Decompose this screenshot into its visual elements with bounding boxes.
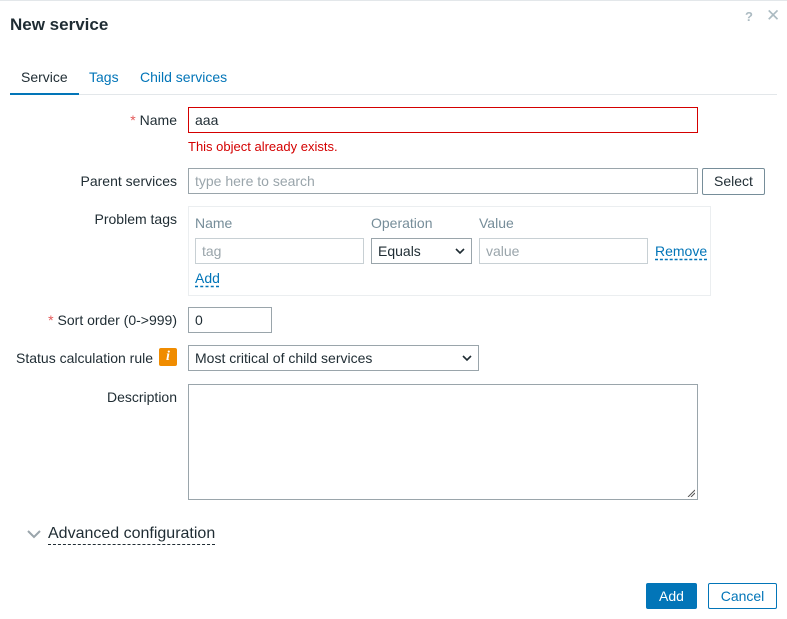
- problem-tags-label: Problem tags: [94, 211, 177, 227]
- tab-bar: Service Tags Child services: [10, 68, 777, 95]
- resize-grip-icon[interactable]: [687, 489, 695, 497]
- tab-service[interactable]: Service: [10, 68, 79, 95]
- cancel-button[interactable]: Cancel: [708, 583, 777, 609]
- parent-services-input[interactable]: type here to search: [188, 168, 698, 194]
- column-header-name: Name: [195, 215, 233, 231]
- add-tag-link[interactable]: Add: [195, 270, 220, 286]
- sort-order-label: Sort order (0->999): [57, 312, 177, 328]
- column-header-value: Value: [479, 215, 514, 231]
- name-error-message: This object already exists.: [188, 139, 338, 154]
- advanced-configuration-label: Advanced configuration: [48, 524, 216, 545]
- column-header-operation: Operation: [371, 215, 433, 231]
- select-parent-button[interactable]: Select: [702, 168, 765, 195]
- sort-order-label-row: * Sort order (0->999): [48, 312, 177, 328]
- operation-select[interactable]: Equals: [371, 238, 472, 264]
- status-rule-value: Most critical of child services: [195, 350, 373, 366]
- operation-value: Equals: [378, 243, 421, 259]
- description-textarea[interactable]: [188, 384, 698, 500]
- required-marker: *: [130, 112, 136, 128]
- dialog-title: New service: [10, 15, 109, 34]
- tag-value-input[interactable]: value: [479, 238, 648, 264]
- chevron-down-icon: [455, 239, 465, 272]
- add-button[interactable]: Add: [646, 583, 697, 609]
- tab-tags[interactable]: Tags: [78, 68, 130, 95]
- name-input[interactable]: aaa: [188, 107, 698, 133]
- parent-services-label: Parent services: [80, 173, 177, 189]
- help-icon[interactable]: ?: [745, 9, 753, 24]
- info-icon[interactable]: i: [159, 348, 177, 366]
- chevron-down-icon: [27, 530, 41, 539]
- required-marker: *: [48, 312, 54, 328]
- name-label: Name: [139, 112, 177, 128]
- tag-name-input[interactable]: tag: [195, 238, 364, 264]
- close-icon[interactable]: ✕: [766, 6, 780, 26]
- chevron-down-icon: [462, 346, 472, 379]
- new-service-dialog: New service ? ✕ Service Tags Child servi…: [0, 0, 787, 619]
- status-rule-label: Status calculation rule: [16, 350, 153, 366]
- sort-order-input[interactable]: 0: [188, 307, 272, 333]
- name-label-row: * Name: [130, 112, 177, 128]
- status-rule-select[interactable]: Most critical of child services: [188, 345, 479, 371]
- tab-child-services[interactable]: Child services: [129, 68, 238, 95]
- remove-tag-link[interactable]: Remove: [655, 243, 707, 259]
- description-label: Description: [106, 389, 177, 405]
- problem-tags-table: Name Operation Value tag Equals value Re…: [188, 206, 711, 296]
